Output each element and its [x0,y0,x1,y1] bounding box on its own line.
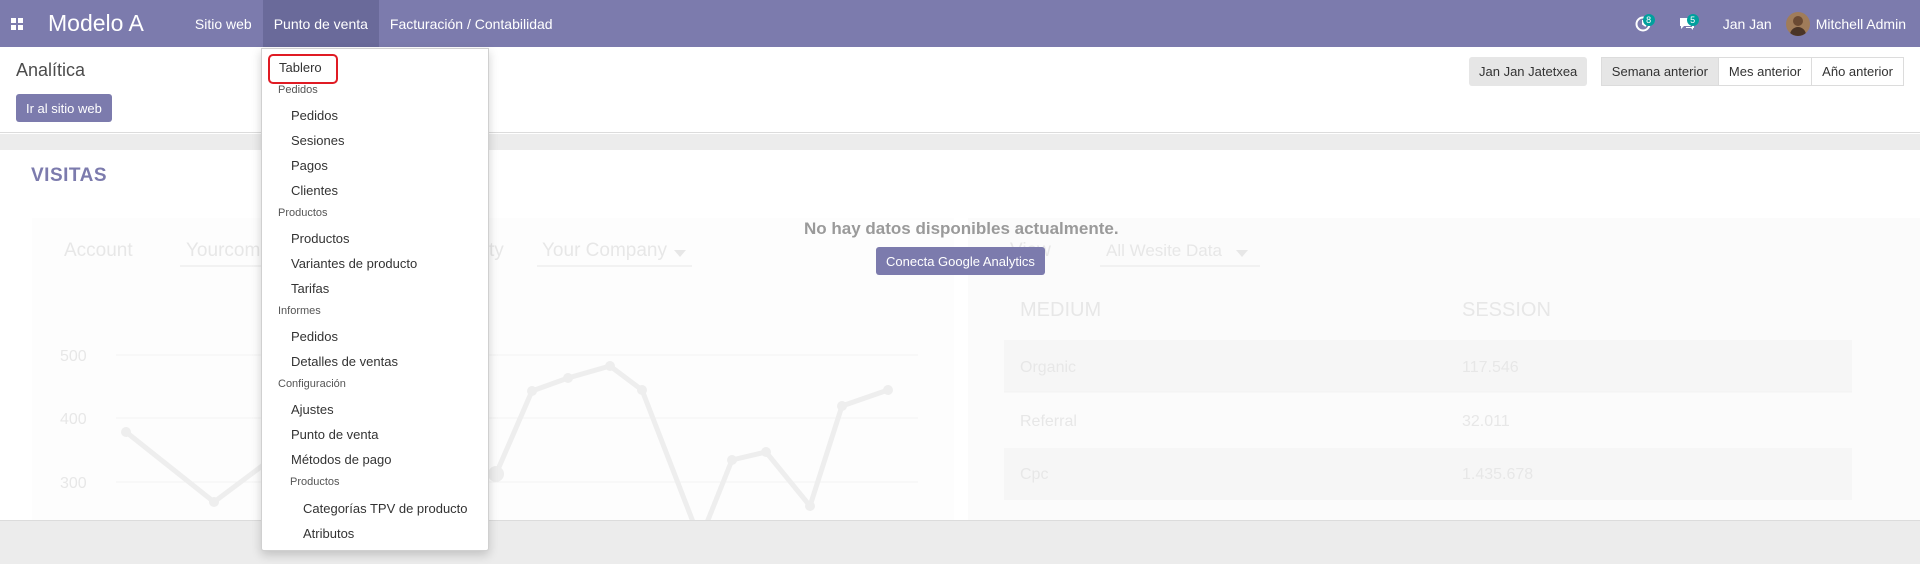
period-last-month-button[interactable]: Mes anterior [1717,57,1813,86]
page-title: Analítica [16,60,86,80]
connect-google-analytics-button[interactable]: Conecta Google Analytics [876,247,1045,275]
menu-item-variantes-de-producto[interactable]: Variantes de producto [291,256,417,271]
ghost-cell-0-1: 117.546 [1462,359,1519,376]
ghost-cell-1-1: 32.011 [1462,413,1510,430]
pos-dropdown-menu: Tablero Pedidos Pedidos Sesiones Pagos Client… [261,48,489,551]
menu-item-atributos[interactable]: Atributos [303,526,354,541]
avatar [1785,11,1810,36]
menu-section-productos: Productos [290,476,340,488]
ghost-property-value: Your Company [542,240,667,261]
ghost-view-value: All Wesite Data [1106,241,1222,260]
ghost-ytick-400: 400 [60,411,87,428]
menu-item-clientes[interactable]: Clientes [291,183,338,198]
website-selector-button[interactable]: Jan Jan Jatetxea [1469,57,1588,86]
menu-item-sesiones[interactable]: Sesiones [291,133,344,148]
menu-item-metodos-de-pago[interactable]: Métodos de pago [291,452,391,467]
ghost-cell-2-0: Cpc [1020,466,1048,483]
activity-icon[interactable]: 8 [1621,0,1665,47]
menu-section-configuracion: Configuración [278,378,346,390]
menu-item-punto-de-venta[interactable]: Punto de venta [291,427,378,442]
ghost-th-medium: MEDIUM [1020,299,1101,321]
messages-badge: 5 [1686,14,1699,26]
user-name: Mitchell Admin [1815,15,1906,32]
app-brand[interactable]: Modelo A [48,10,144,37]
ghost-cell-2-1: 1.435.678 [1462,466,1533,483]
activity-badge: 8 [1642,14,1655,26]
menu-item-pedidos[interactable]: Pedidos [291,108,338,123]
messages-icon[interactable]: 5 [1665,0,1709,47]
menu-item-productos[interactable]: Productos [291,231,350,246]
menu-item-ajustes[interactable]: Ajustes [291,402,334,417]
menu-section-productos: Productos [278,207,328,219]
period-last-year-button[interactable]: Año anterior [1811,57,1904,86]
ghost-ytick-300: 300 [60,475,87,492]
ghost-ytick-500: 500 [60,348,87,365]
apps-menu-icon[interactable] [0,0,34,47]
no-data-message: No hay datos disponibles actualmente. [804,219,1119,238]
menu-facturacion[interactable]: Facturación / Contabilidad [379,0,564,47]
menu-item-tablero[interactable]: Tablero [279,60,322,75]
menu-item-pedidos[interactable]: Pedidos [291,329,338,344]
menu-punto-de-venta[interactable]: Punto de venta [262,0,379,47]
go-website-button[interactable]: Ir al sitio web [16,94,112,122]
user-menu[interactable]: Mitchell Admin [1785,11,1920,36]
menu-section-pedidos: Pedidos [278,84,318,96]
menu-item-categorias-tpv-de-producto[interactable]: Categorías TPV de producto [303,501,468,516]
ghost-th-session: SESSION [1462,299,1551,321]
top-navbar: Modelo A Sitio web Punto de venta Factur… [0,0,1920,47]
menu-item-tarifas[interactable]: Tarifas [291,281,329,296]
menu-item-pagos[interactable]: Pagos [291,158,328,173]
ghost-cell-1-0: Referral [1020,413,1077,430]
menu-section-informes: Informes [278,305,321,317]
ghost-account-label: Account [64,240,133,261]
ghost-cell-0-0: Organic [1020,359,1076,376]
company-switcher[interactable]: Jan Jan [1709,16,1786,32]
period-selector: Semana anterior Mes anterior Año anterio… [1600,57,1904,86]
menu-item-detalles-de-ventas[interactable]: Detalles de ventas [291,354,398,369]
menu-sitio-web[interactable]: Sitio web [184,0,263,47]
ghost-account-value: Yourcom [186,240,260,261]
period-last-week-button[interactable]: Semana anterior [1600,57,1719,86]
